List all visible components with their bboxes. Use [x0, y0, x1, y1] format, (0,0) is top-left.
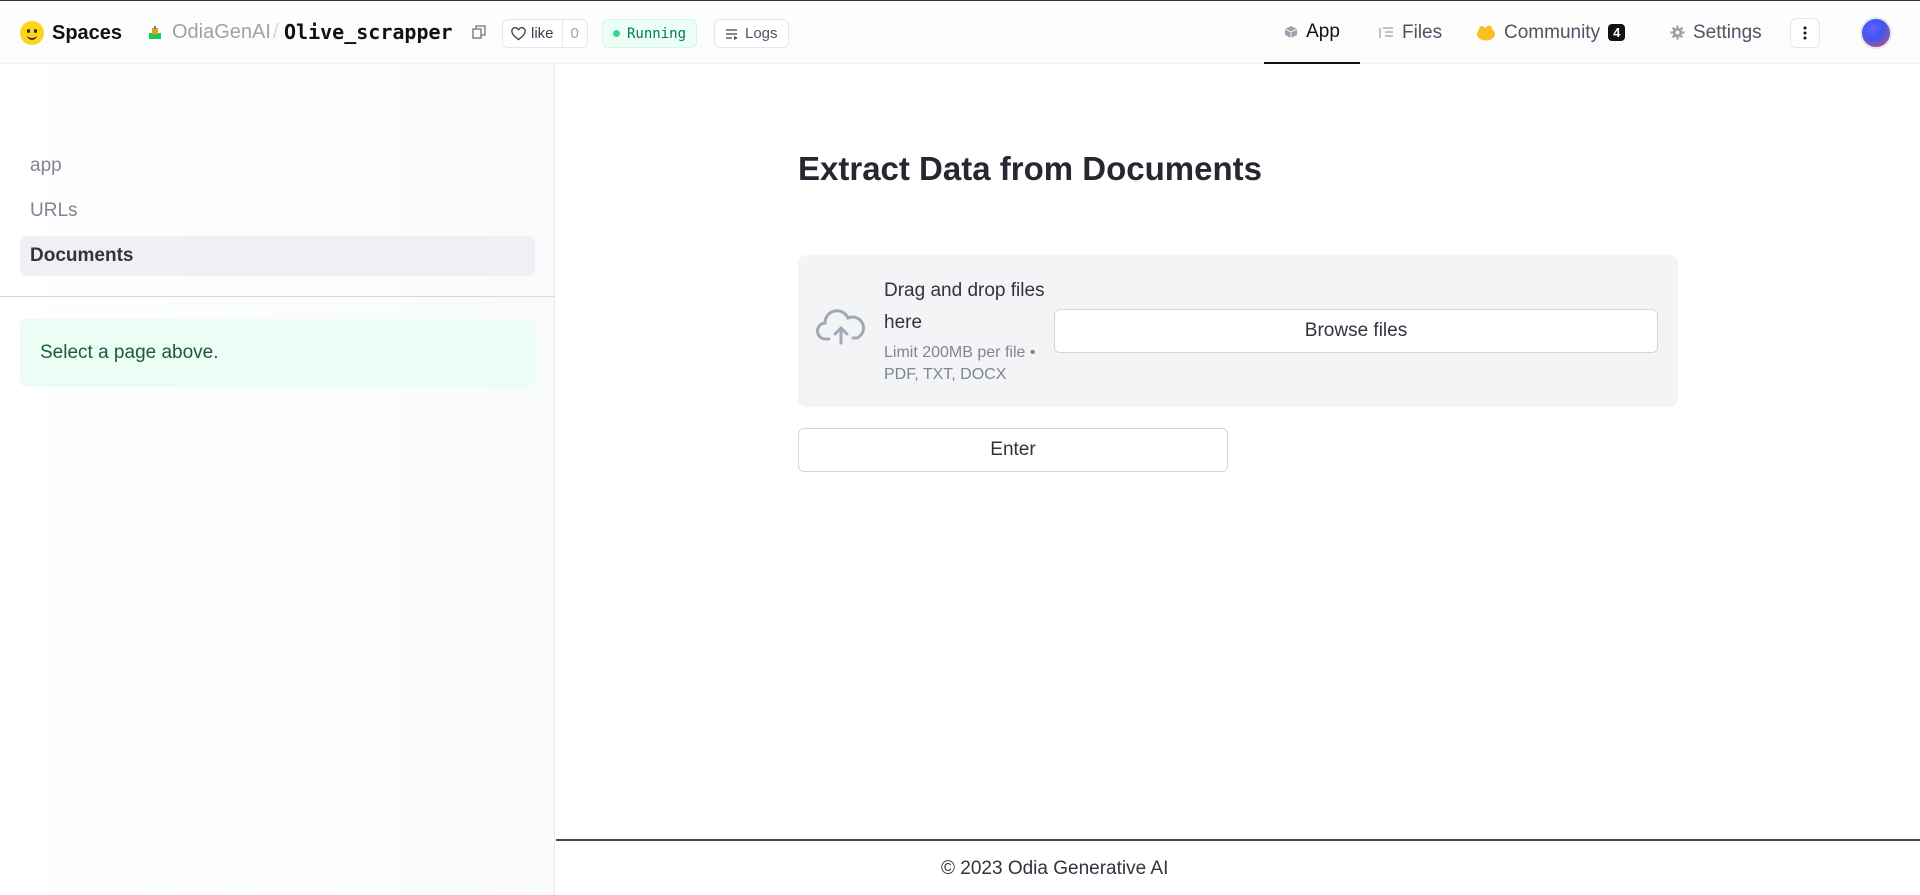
more-options-button[interactable] [1790, 18, 1820, 48]
path-separator: / [273, 21, 279, 43]
spaces-logo-link[interactable]: Spaces [20, 21, 122, 45]
gear-icon [1670, 25, 1685, 40]
copy-icon[interactable] [472, 25, 486, 39]
sidebar-info-message: Select a page above. [20, 319, 535, 387]
top-bar: Spaces OdiaGenAI / Olive_scrapper like 0… [0, 0, 1920, 64]
sidebar-item-urls[interactable]: URLs [20, 191, 535, 231]
tab-settings[interactable]: Settings [1670, 1, 1762, 64]
sidebar: app URLs Documents Select a page above. [0, 64, 555, 895]
tab-app-label: App [1306, 20, 1340, 42]
heart-icon [511, 26, 526, 40]
community-count-badge: 4 [1608, 24, 1626, 41]
user-avatar[interactable] [1860, 17, 1892, 49]
logs-icon [726, 28, 738, 40]
like-count: 0 [561, 20, 587, 47]
status-dot-icon [613, 30, 620, 37]
vertical-dots-icon [1803, 26, 1807, 40]
hugging-face-icon [20, 21, 44, 45]
cloud-upload-icon [816, 309, 865, 345]
like-label: like [531, 25, 554, 42]
footer-copyright: © 2023 Odia Generative AI [941, 858, 1169, 879]
sidebar-item-documents[interactable]: Documents [20, 236, 535, 276]
enter-button[interactable]: Enter [798, 428, 1228, 472]
sidebar-item-app[interactable]: app [20, 146, 535, 186]
community-icon [1477, 25, 1495, 40]
tab-app[interactable]: App [1264, 1, 1360, 64]
org-link[interactable]: OdiaGenAI [172, 21, 271, 44]
logs-label: Logs [745, 25, 778, 42]
browse-files-button[interactable]: Browse files [1054, 309, 1658, 353]
status-label: Running [627, 25, 687, 42]
logs-button[interactable]: Logs [714, 19, 789, 48]
cube-icon [1284, 25, 1298, 38]
tab-settings-label: Settings [1693, 21, 1762, 43]
status-badge: Running [602, 19, 698, 48]
tab-files-label: Files [1402, 21, 1443, 43]
brand-label: Spaces [52, 21, 123, 44]
dropzone-title: Drag and drop files here [884, 280, 1045, 333]
page-title: Extract Data from Documents [798, 150, 1262, 187]
repo-name-link[interactable]: Olive_scrapper [284, 20, 453, 44]
dropzone-limit: Limit 200MB per file • PDF, TXT, DOCX [884, 344, 1036, 383]
org-avatar-icon [149, 26, 161, 39]
files-icon [1379, 26, 1393, 38]
footer-divider [556, 839, 1920, 841]
tab-community-label: Community [1504, 21, 1601, 43]
sidebar-divider [0, 296, 555, 297]
tab-community[interactable]: Community 4 [1476, 1, 1626, 64]
tab-files[interactable]: Files [1378, 1, 1442, 64]
like-button[interactable]: like 0 [502, 19, 588, 48]
